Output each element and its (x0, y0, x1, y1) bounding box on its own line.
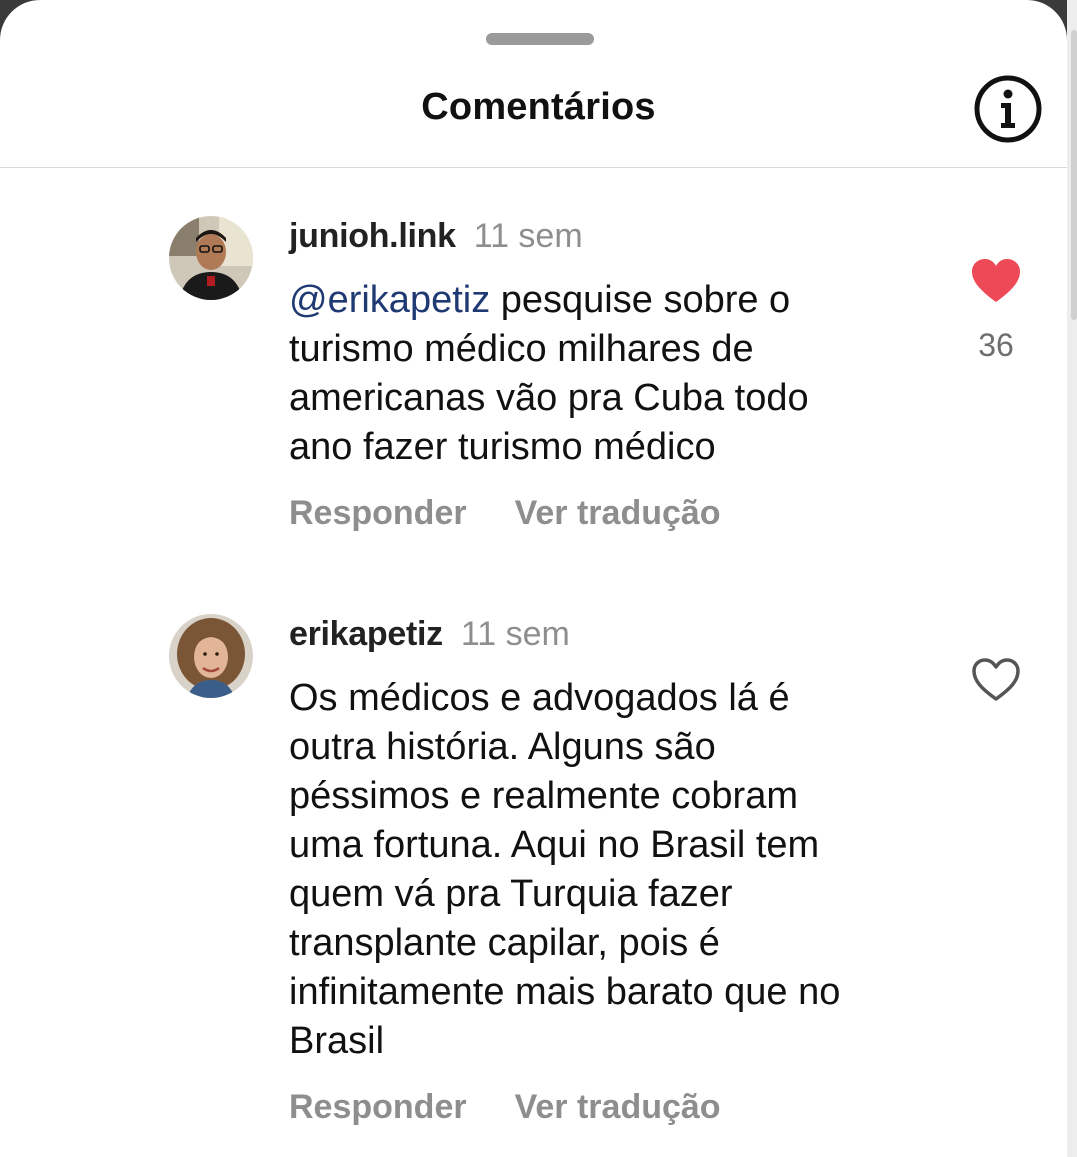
comment-time: 11 sem (473, 217, 583, 255)
comment-time: 11 sem (460, 615, 570, 653)
comment-username[interactable]: junioh.link (289, 217, 456, 255)
translate-button[interactable]: Ver tradução (515, 494, 721, 532)
avatar[interactable] (169, 216, 253, 300)
comment-username[interactable]: erikapetiz (289, 615, 443, 653)
translate-button[interactable]: Ver tradução (515, 1088, 721, 1126)
info-icon[interactable] (973, 74, 1043, 144)
like-count: 36 (978, 327, 1014, 363)
comment-text: @erikapetiz pesquise sobre o turismo méd… (289, 276, 929, 472)
comment-meta: erikapetiz 11 sem (289, 615, 570, 654)
reply-button[interactable]: Responder (289, 494, 467, 532)
reply-button[interactable]: Responder (289, 1088, 467, 1126)
comment-text: Os médicos e advogados lá é outra histór… (289, 677, 841, 1062)
heart-filled-icon[interactable] (971, 258, 1021, 304)
comment-actions: Responder Ver tradução (289, 494, 721, 533)
avatar[interactable] (169, 614, 253, 698)
comment-actions: Responder Ver tradução (289, 1088, 721, 1127)
heart-outline-icon[interactable] (971, 657, 1021, 703)
comments-sheet: Comentários junioh.link 11 sem @erikapet… (0, 0, 1067, 1157)
comment-meta: junioh.link 11 sem (289, 217, 583, 256)
drag-handle[interactable] (486, 33, 594, 45)
sheet-title: Comentários (421, 86, 656, 128)
scroll-track (1067, 0, 1077, 1157)
mention-link[interactable]: @erikapetiz (289, 279, 490, 321)
scrollbar[interactable] (1071, 30, 1077, 320)
header-divider (0, 167, 1067, 168)
